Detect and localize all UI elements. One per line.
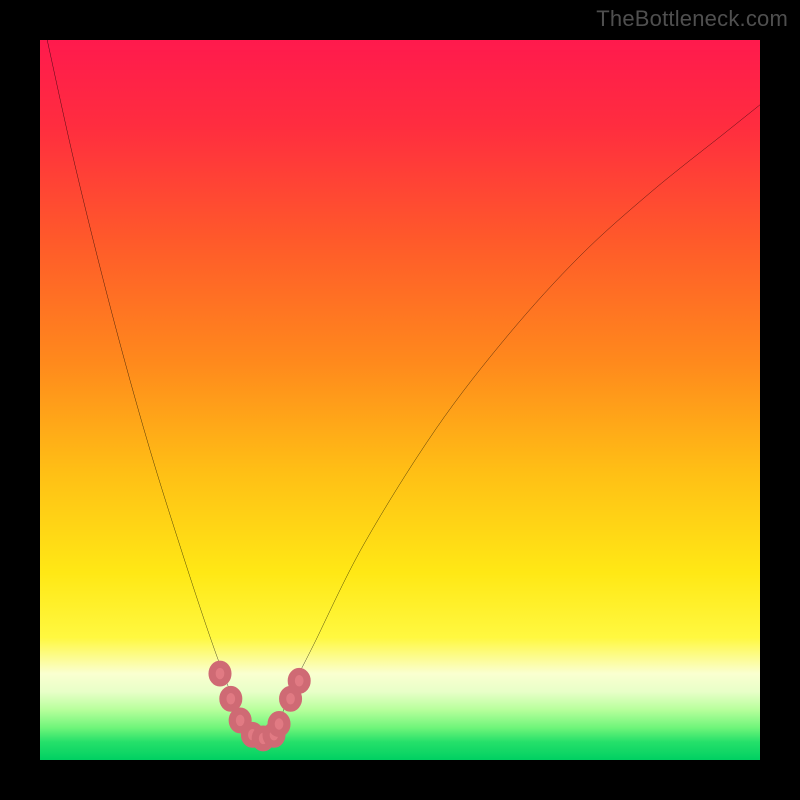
bottleneck-curve-path xyxy=(47,40,760,742)
trough-marker xyxy=(212,664,228,683)
curve-layer xyxy=(40,40,760,760)
trough-marker xyxy=(223,689,239,708)
watermark-text: TheBottleneck.com xyxy=(596,6,788,32)
trough-marker xyxy=(271,715,287,734)
plot-area xyxy=(40,40,760,760)
chart-frame: TheBottleneck.com xyxy=(0,0,800,800)
trough-markers xyxy=(212,664,307,748)
trough-marker xyxy=(291,671,307,690)
